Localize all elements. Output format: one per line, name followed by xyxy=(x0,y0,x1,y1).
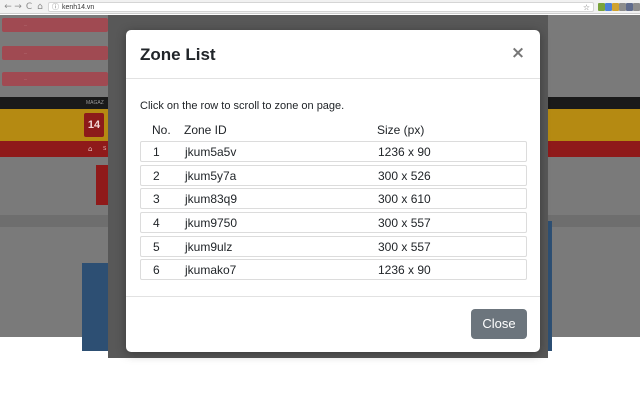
background-link: ... xyxy=(2,18,108,32)
menu-icon[interactable] xyxy=(633,3,640,11)
background-link: ... xyxy=(2,72,108,86)
modal-header-divider xyxy=(126,78,540,79)
extension-icon[interactable] xyxy=(598,3,605,11)
zone-row-number: 4 xyxy=(153,216,160,230)
zone-row-number: 1 xyxy=(153,145,160,159)
zone-row-id: jkum9ulz xyxy=(185,240,233,254)
zone-row-number: 5 xyxy=(153,240,160,254)
extension-icon[interactable] xyxy=(626,3,633,11)
zone-row-size: 300 x 526 xyxy=(378,169,431,183)
zone-row-size: 300 x 610 xyxy=(378,192,431,206)
zone-row-id: jkumako7 xyxy=(185,263,237,277)
zone-list-modal: Zone List × Click on the row to scroll t… xyxy=(126,30,540,352)
zone-row-id: jkum9750 xyxy=(185,216,238,230)
background-nav-label: MAGAZ xyxy=(86,100,104,106)
address-bar[interactable]: ⓘ kenh14.vn ☆ xyxy=(48,2,594,12)
zone-row[interactable]: 6 jkumako7 1236 x 90 xyxy=(140,259,527,280)
site-info-icon[interactable]: ⓘ xyxy=(52,3,59,12)
close-icon[interactable]: × xyxy=(510,43,526,63)
zone-row-number: 3 xyxy=(153,192,160,206)
modal-instruction: Click on the row to scroll to zone on pa… xyxy=(140,100,345,112)
zone-row-number: 6 xyxy=(153,263,160,277)
bookmark-star-icon[interactable]: ☆ xyxy=(583,3,590,12)
column-header-zone-id: Zone ID xyxy=(184,123,227,137)
zone-row-id: jkum5y7a xyxy=(185,169,237,183)
background-link: ... xyxy=(2,46,108,60)
background-image xyxy=(82,263,110,351)
back-arrow-icon[interactable]: ← xyxy=(3,2,13,12)
zone-row[interactable]: 1 jkum5a5v 1236 x 90 xyxy=(140,141,527,162)
zone-row[interactable]: 4 jkum9750 300 x 557 xyxy=(140,212,527,233)
column-header-no: No. xyxy=(152,123,171,137)
site-logo: 14 xyxy=(84,113,104,137)
close-button[interactable]: Close xyxy=(471,309,527,339)
zone-row-size: 1236 x 90 xyxy=(378,145,431,159)
reload-icon[interactable]: C xyxy=(24,2,34,12)
zone-row-id: jkum83q9 xyxy=(185,192,238,206)
zone-row[interactable]: 2 jkum5y7a 300 x 526 xyxy=(140,165,527,186)
column-header-size: Size (px) xyxy=(377,123,425,137)
extension-icon[interactable] xyxy=(605,3,612,11)
address-url: kenh14.vn xyxy=(62,4,95,11)
background-menu-label: S xyxy=(103,146,107,152)
zone-row-size: 300 x 557 xyxy=(378,240,431,254)
zone-row-id: jkum5a5v xyxy=(185,145,237,159)
zone-row-number: 2 xyxy=(153,169,160,183)
home-icon[interactable]: ⌂ xyxy=(35,2,45,12)
forward-arrow-icon[interactable]: → xyxy=(13,2,23,12)
modal-footer-divider xyxy=(126,296,540,297)
browser-toolbar: ← → C ⌂ ⓘ kenh14.vn ☆ xyxy=(0,0,640,14)
zone-row[interactable]: 5 jkum9ulz 300 x 557 xyxy=(140,236,527,257)
zone-row-size: 300 x 557 xyxy=(378,216,431,230)
extension-icon[interactable] xyxy=(619,3,626,11)
modal-title: Zone List xyxy=(140,45,216,64)
background-home-icon: ⌂ xyxy=(88,145,93,153)
zone-row[interactable]: 3 jkum83q9 300 x 610 xyxy=(140,188,527,209)
zone-row-size: 1236 x 90 xyxy=(378,263,431,277)
extension-icon[interactable] xyxy=(612,3,619,11)
